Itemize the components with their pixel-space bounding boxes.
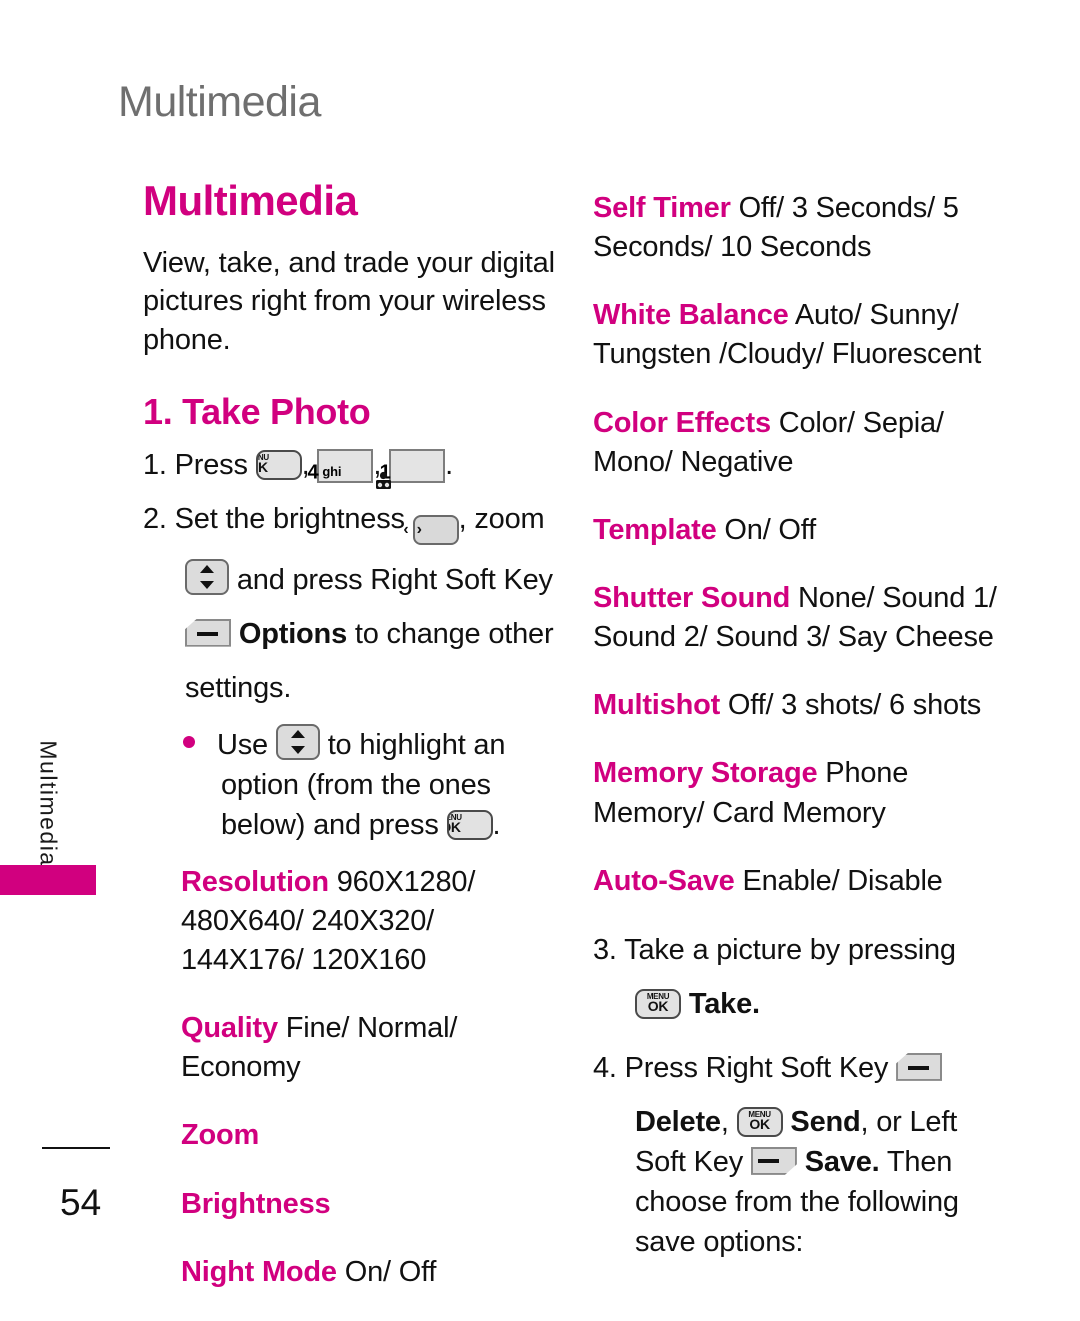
step-1-text: Press	[174, 448, 248, 481]
step-2-line-2: and press Right Soft Key	[143, 558, 563, 600]
step-2-part-3: and press Right Soft Key	[236, 563, 553, 596]
step-4-number: 4.	[593, 1051, 617, 1084]
send-label: Send	[790, 1105, 861, 1138]
bullet-end: .	[492, 808, 501, 841]
right-soft-key-icon	[185, 618, 231, 647]
left-options-list: Resolution 960X1280/ 480X640/ 240X320/ 1…	[143, 863, 563, 1292]
option-label: Night Mode	[181, 1255, 337, 1288]
step-2-part-1: Set the brightness	[174, 502, 405, 535]
step-2-part-6: settings.	[185, 671, 292, 704]
left-soft-key-icon	[750, 1146, 797, 1175]
options-label: Options	[238, 617, 348, 650]
step-4-line-2: Delete, MENU OK Send, or Left Soft Key S…	[593, 1102, 1013, 1262]
running-head: Multimedia	[118, 78, 321, 126]
left-column: Multimedia View, take, and trade your di…	[143, 180, 563, 1321]
step-3-line-2: MENU OK Take.	[593, 984, 1013, 1024]
option-row: Shutter Sound None/ Sound 1/ Sound 2/ So…	[593, 579, 1013, 657]
step-2-number: 2.	[143, 502, 167, 535]
thumb-tab: Multimedia	[0, 690, 100, 950]
right-column: Self Timer Off/ 3 Seconds/ 5 Seconds/ 10…	[593, 180, 1013, 1262]
option-row: Night Mode On/ Off	[143, 1253, 563, 1292]
manual-page: Multimedia Multimedia 54 Multimedia View…	[0, 0, 1080, 1295]
option-label: Self Timer	[593, 192, 731, 224]
page-number: 54	[60, 1182, 102, 1223]
option-row: Self Timer Off/ 3 Seconds/ 5 Seconds/ 10…	[593, 189, 1013, 267]
footer-rule	[42, 1147, 110, 1149]
bullet-part-1: Use	[217, 728, 268, 761]
option-label: Shutter Sound	[593, 581, 791, 614]
option-row: Color Effects Color/ Sepia/ Mono/ Negati…	[593, 404, 1013, 482]
option-row: Auto-Save Enable/ Disable	[593, 862, 1013, 901]
option-row: Multishot Off/ 3 shots/ 6 shots	[593, 686, 1013, 725]
bullet-dot-icon	[183, 736, 195, 748]
right-options-list: Self Timer Off/ 3 Seconds/ 5 Seconds/ 10…	[593, 189, 1013, 901]
delete-label: Delete	[635, 1105, 721, 1138]
right-soft-key-icon	[896, 1052, 943, 1081]
option-label: Color Effects	[593, 406, 771, 439]
menu-ok-key-icon: MENU OK	[635, 988, 681, 1019]
step-1-end: .	[445, 448, 453, 481]
step-1-number: 1.	[143, 448, 167, 481]
option-label: Quality	[181, 1012, 278, 1045]
number-4-key-icon: 4 ghi	[307, 448, 374, 483]
step-2-line-4: settings.	[143, 668, 563, 708]
up-down-nav-key-icon	[275, 723, 320, 760]
subsection-title: 1. Take Photo	[143, 390, 371, 432]
option-value: Enable/ Disable	[742, 864, 943, 897]
step-3-part-1: Take a picture by pressing	[624, 933, 956, 966]
step-3: 3. Take a picture by pressing	[593, 930, 1013, 970]
option-row: Brightness	[143, 1185, 563, 1224]
take-label: Take.	[688, 987, 760, 1020]
step-2: 2. Set the brightness ‹›, zoom	[143, 499, 563, 545]
option-value: On/ Off	[344, 1255, 437, 1288]
option-label: Brightness	[181, 1187, 331, 1220]
option-row: White Balance Auto/ Sunny/ Tungsten /Clo…	[593, 296, 1013, 374]
option-row: Template On/ Off	[593, 511, 1013, 550]
bullet-item: Use to highlight an option (from the one…	[143, 723, 563, 845]
option-value: Off/ 3 shots/ 6 shots	[727, 689, 982, 722]
option-row: Zoom	[143, 1116, 563, 1155]
step-4-comma: ,	[720, 1105, 729, 1138]
step-4: 4. Press Right Soft Key	[593, 1048, 1013, 1088]
option-label: White Balance	[593, 299, 789, 332]
option-row: Resolution 960X1280/ 480X640/ 240X320/ 1…	[143, 863, 563, 980]
number-1-voicemail-key-icon: 1	[375, 448, 446, 490]
step-1: 1. Press MENU OK , 4ghi , 1 .	[143, 445, 563, 490]
step-3-number: 3.	[593, 933, 617, 966]
option-label: Auto-Save	[593, 864, 735, 897]
thumb-tab-color-block	[0, 865, 96, 895]
option-row: Memory Storage Phone Memory/ Card Memory	[593, 754, 1013, 832]
intro-paragraph: View, take, and trade your digital pictu…	[143, 247, 555, 356]
option-label: Template	[593, 513, 717, 546]
up-down-nav-key-icon	[185, 558, 229, 595]
option-label: Zoom	[181, 1119, 260, 1152]
save-label: Save.	[804, 1145, 880, 1178]
menu-ok-key-icon: MENU OK	[446, 809, 493, 840]
option-row: Quality Fine/ Normal/ Economy	[143, 1009, 563, 1087]
step-2-line-3: Options to change other	[143, 614, 563, 654]
step-2-part-2: , zoom	[458, 502, 545, 535]
section-title: Multimedia	[143, 177, 358, 224]
menu-ok-key-icon: MENU OK	[736, 1106, 783, 1137]
option-label: Multishot	[593, 689, 721, 722]
step-4-part-1: Press Right Soft Key	[624, 1051, 889, 1084]
option-value: On/ Off	[724, 513, 816, 546]
option-label: Resolution	[181, 865, 329, 898]
left-right-nav-key-icon: ‹›	[403, 514, 459, 545]
voicemail-icon	[375, 461, 413, 490]
option-label: Memory Storage	[593, 757, 818, 790]
step-2-part-5: to change other	[354, 617, 554, 650]
menu-ok-key-icon: MENU OK	[255, 449, 302, 480]
